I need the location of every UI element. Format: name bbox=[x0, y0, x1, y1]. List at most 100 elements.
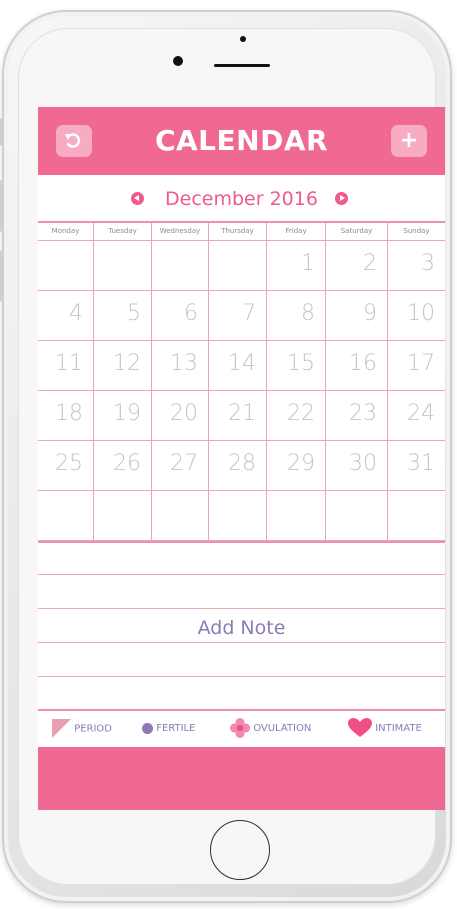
day-cell[interactable]: 5 bbox=[94, 291, 152, 340]
day-cell[interactable] bbox=[38, 491, 94, 540]
weekday-label: Friday bbox=[267, 223, 326, 240]
day-cell[interactable] bbox=[209, 491, 267, 540]
note-line bbox=[38, 642, 445, 643]
day-cell[interactable]: 18 bbox=[38, 391, 94, 440]
day-cell[interactable]: 6 bbox=[152, 291, 209, 340]
heart-icon bbox=[348, 718, 372, 737]
day-number: 24 bbox=[407, 401, 435, 426]
day-cell[interactable]: 1 bbox=[267, 241, 326, 290]
day-cell[interactable] bbox=[209, 241, 267, 290]
weekday-label: Monday bbox=[38, 223, 94, 240]
sensor-dot bbox=[240, 36, 246, 42]
day-number: 14 bbox=[228, 351, 256, 376]
day-number: 29 bbox=[287, 451, 315, 476]
day-cell[interactable] bbox=[94, 491, 152, 540]
day-cell[interactable] bbox=[152, 241, 209, 290]
day-cell[interactable]: 31 bbox=[388, 441, 445, 490]
day-number: 7 bbox=[242, 301, 256, 326]
add-button[interactable]: + bbox=[391, 125, 427, 157]
day-cell[interactable]: 15 bbox=[267, 341, 326, 390]
day-cell[interactable]: 11 bbox=[38, 341, 94, 390]
day-cell[interactable]: 23 bbox=[326, 391, 388, 440]
footer-bar bbox=[38, 747, 445, 810]
day-cell[interactable]: 9 bbox=[326, 291, 388, 340]
weekday-label: Saturday bbox=[326, 223, 388, 240]
earpiece-speaker bbox=[214, 64, 270, 67]
weekday-label: Wednesday bbox=[152, 223, 209, 240]
day-cell[interactable]: 10 bbox=[388, 291, 445, 340]
legend-ovulation: OVULATION bbox=[230, 718, 311, 738]
day-cell[interactable]: 19 bbox=[94, 391, 152, 440]
add-note-button[interactable]: Add Note bbox=[38, 617, 445, 639]
day-cell[interactable]: 3 bbox=[388, 241, 445, 290]
day-number: 21 bbox=[228, 401, 256, 426]
day-cell[interactable]: 25 bbox=[38, 441, 94, 490]
weekday-label: Sunday bbox=[403, 227, 430, 235]
day-number: 18 bbox=[55, 401, 83, 426]
day-cell[interactable] bbox=[152, 491, 209, 540]
day-cell[interactable]: 4 bbox=[38, 291, 94, 340]
day-cell[interactable]: 24 bbox=[388, 391, 445, 440]
day-cell[interactable]: 27 bbox=[152, 441, 209, 490]
day-cell[interactable] bbox=[388, 491, 445, 540]
day-cell[interactable] bbox=[94, 241, 152, 290]
day-cell[interactable]: 16 bbox=[326, 341, 388, 390]
legend: PERIOD FERTILE OVULATION INTIMATE bbox=[38, 711, 445, 747]
day-number: 22 bbox=[287, 401, 315, 426]
day-number: 12 bbox=[113, 351, 141, 376]
day-number: 26 bbox=[113, 451, 141, 476]
day-cell[interactable]: 8 bbox=[267, 291, 326, 340]
volume-up-button bbox=[0, 180, 4, 232]
day-cell[interactable]: 2 bbox=[326, 241, 388, 290]
month-navigator: December 2016 bbox=[38, 175, 445, 221]
day-cell[interactable]: 7 bbox=[209, 291, 267, 340]
note-line bbox=[38, 574, 445, 575]
day-number: 3 bbox=[421, 251, 435, 276]
day-cell[interactable]: 30 bbox=[326, 441, 388, 490]
day-cell[interactable]: 12 bbox=[94, 341, 152, 390]
day-cell[interactable]: 13 bbox=[152, 341, 209, 390]
day-cell[interactable]: 29 bbox=[267, 441, 326, 490]
plus-icon: + bbox=[399, 128, 419, 153]
flower-icon bbox=[230, 718, 250, 738]
fertile-dot-icon bbox=[142, 722, 153, 734]
day-number: 4 bbox=[69, 301, 83, 326]
weekday-label: Tuesday bbox=[94, 223, 152, 240]
day-cell[interactable]: 28 bbox=[209, 441, 267, 490]
day-number: 20 bbox=[170, 401, 198, 426]
day-number: 30 bbox=[349, 451, 377, 476]
home-button[interactable] bbox=[210, 820, 270, 880]
day-cell[interactable] bbox=[326, 491, 388, 540]
weekday-label: Thursday bbox=[209, 223, 267, 240]
day-cell[interactable]: 22 bbox=[267, 391, 326, 440]
day-cell[interactable] bbox=[38, 241, 94, 290]
day-number: 23 bbox=[349, 401, 377, 426]
legend-fertile-label: FERTILE bbox=[156, 723, 196, 734]
month-label: December 2016 bbox=[165, 188, 318, 210]
day-cell[interactable]: 14 bbox=[209, 341, 267, 390]
day-cell[interactable]: 17 bbox=[388, 341, 445, 390]
legend-ovulation-label: OVULATION bbox=[253, 723, 312, 734]
note-line bbox=[38, 608, 445, 609]
day-number: 1 bbox=[301, 251, 315, 276]
header-bar: CALENDAR + bbox=[38, 107, 445, 175]
day-number: 31 bbox=[407, 451, 435, 476]
next-month-button[interactable] bbox=[335, 192, 348, 205]
day-cell[interactable] bbox=[267, 491, 326, 540]
day-cell[interactable]: 21 bbox=[209, 391, 267, 440]
calendar-week: 4 5 6 7 8 9 10 bbox=[38, 291, 445, 341]
calendar-week: 25 26 27 28 29 30 31 bbox=[38, 441, 445, 491]
day-cell[interactable]: 26 bbox=[94, 441, 152, 490]
calendar-week bbox=[38, 491, 445, 541]
day-number: 25 bbox=[55, 451, 83, 476]
day-number: 27 bbox=[170, 451, 198, 476]
day-cell[interactable]: 20 bbox=[152, 391, 209, 440]
day-number: 5 bbox=[127, 301, 141, 326]
legend-period: PERIOD bbox=[52, 719, 112, 738]
calendar-week: 18 19 20 21 22 23 24 bbox=[38, 391, 445, 441]
period-triangle-icon bbox=[52, 719, 71, 738]
calendar-grid: Monday Tuesday Wednesday Thursday Friday… bbox=[38, 223, 445, 541]
volume-down-button bbox=[0, 250, 4, 302]
day-number: 15 bbox=[287, 351, 315, 376]
legend-intimate-label: INTIMATE bbox=[375, 723, 422, 734]
